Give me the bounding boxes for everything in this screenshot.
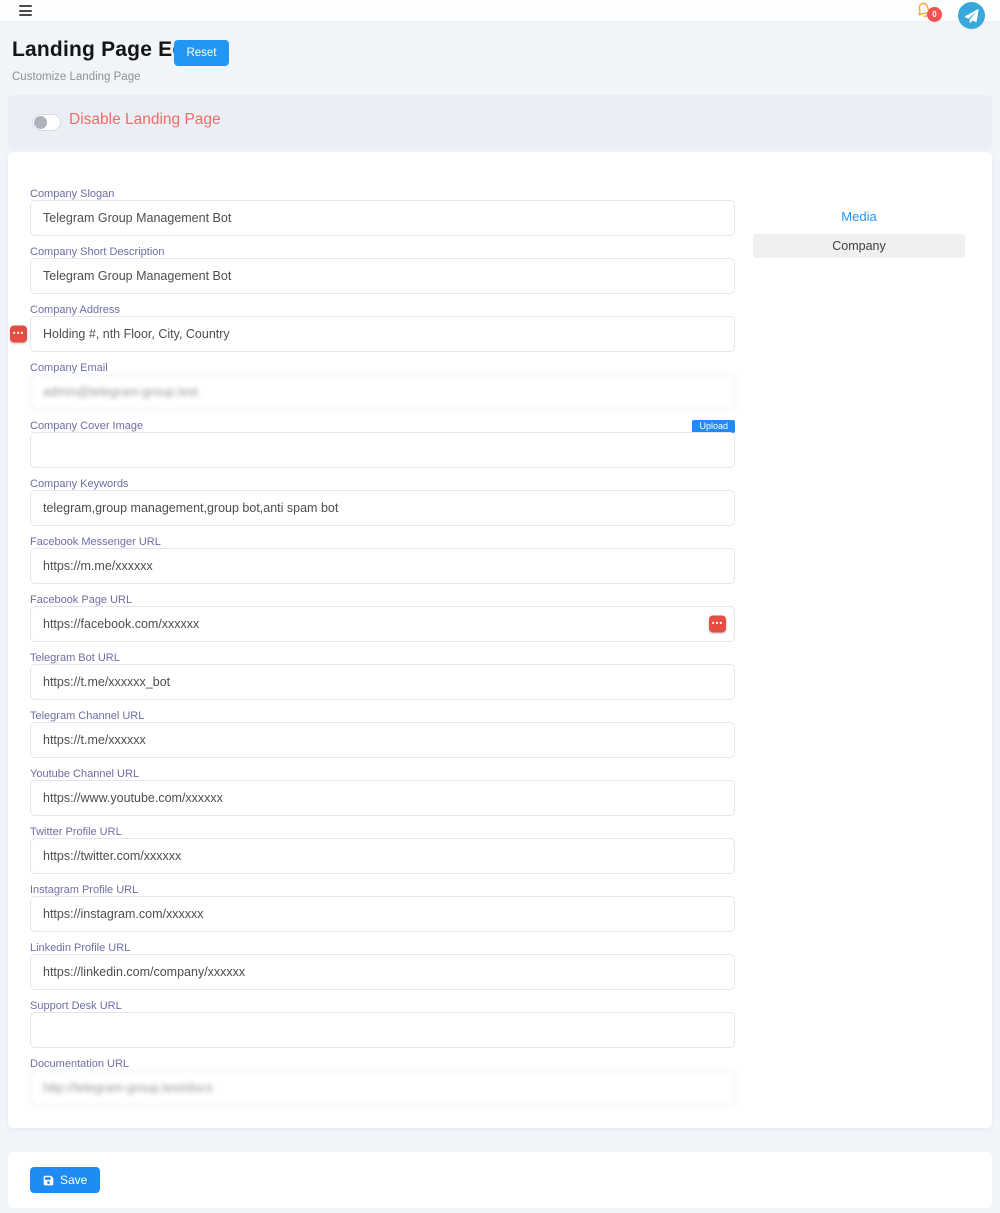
field-input-company-email[interactable] xyxy=(30,374,735,410)
form-group-youtube-channel-url: Youtube Channel URL xyxy=(30,769,735,816)
field-label-company-keywords: Company Keywords xyxy=(30,479,128,490)
telegram-plane-icon xyxy=(965,9,979,23)
field-label-company-address: Company Address xyxy=(30,305,120,316)
field-label-telegram-bot-url: Telegram Bot URL xyxy=(30,653,120,664)
disable-landing-page-toggle[interactable] xyxy=(32,114,61,131)
landing-page-form-card: Company Slogan Company Short Description C… xyxy=(8,152,992,1128)
form-group-company-slogan: Company Slogan xyxy=(30,189,735,236)
menu-icon[interactable] xyxy=(19,4,32,17)
save-button[interactable]: Save xyxy=(30,1167,100,1193)
field-input-company-keywords[interactable] xyxy=(30,490,735,526)
form-group-company-address: Company Address••• xyxy=(30,305,735,352)
field-input-telegram-bot-url[interactable] xyxy=(30,664,735,700)
field-input-facebook-page-url[interactable] xyxy=(30,606,735,642)
telegram-avatar-button[interactable] xyxy=(958,2,985,29)
toggle-knob-icon xyxy=(34,116,47,129)
form-group-twitter-profile-url: Twitter Profile URL xyxy=(30,827,735,874)
footer-bar: Save xyxy=(8,1152,992,1208)
field-input-support-desk-url[interactable] xyxy=(30,1012,735,1048)
field-label-twitter-profile-url: Twitter Profile URL xyxy=(30,827,122,838)
save-floppy-icon xyxy=(43,1175,54,1186)
field-input-facebook-messenger-url[interactable] xyxy=(30,548,735,584)
field-input-documentation-url[interactable] xyxy=(30,1070,735,1106)
field-input-linkedin-profile-url[interactable] xyxy=(30,954,735,990)
form-group-facebook-page-url: Facebook Page URL ••• xyxy=(30,595,735,642)
field-label-company-cover-image: Company Cover Image xyxy=(30,421,143,432)
form-fields: Company Slogan Company Short Description C… xyxy=(30,189,735,1117)
field-input-company-short-description[interactable] xyxy=(30,258,735,294)
disable-landing-page-panel: Disable Landing Page xyxy=(8,95,992,150)
field-input-company-cover-image[interactable] xyxy=(30,432,735,468)
field-label-company-email: Company Email xyxy=(30,363,108,374)
field-input-company-slogan[interactable] xyxy=(30,200,735,236)
topbar: 0 xyxy=(0,0,1000,22)
field-label-support-desk-url: Support Desk URL xyxy=(30,1001,122,1012)
page-subtitle: Customize Landing Page xyxy=(12,71,141,83)
save-button-label: Save xyxy=(60,1173,87,1187)
extension-ellipsis-icon[interactable]: ••• xyxy=(10,326,27,343)
field-label-documentation-url: Documentation URL xyxy=(30,1059,129,1070)
field-label-facebook-page-url: Facebook Page URL xyxy=(30,595,132,606)
form-group-instagram-profile-url: Instagram Profile URL xyxy=(30,885,735,932)
field-label-company-short-description: Company Short Description xyxy=(30,247,165,258)
form-group-telegram-channel-url: Telegram Channel URL xyxy=(30,711,735,758)
field-label-telegram-channel-url: Telegram Channel URL xyxy=(30,711,144,722)
reset-button[interactable]: Reset xyxy=(174,40,229,66)
field-input-youtube-channel-url[interactable] xyxy=(30,780,735,816)
form-group-telegram-bot-url: Telegram Bot URL xyxy=(30,653,735,700)
media-link[interactable]: Media xyxy=(841,209,876,224)
form-group-company-short-description: Company Short Description xyxy=(30,247,735,294)
form-group-linkedin-profile-url: Linkedin Profile URL xyxy=(30,943,735,990)
field-label-linkedin-profile-url: Linkedin Profile URL xyxy=(30,943,130,954)
field-input-twitter-profile-url[interactable] xyxy=(30,838,735,874)
field-input-company-address[interactable] xyxy=(30,316,735,352)
side-item-company[interactable]: Company xyxy=(753,234,965,258)
notification-badge: 0 xyxy=(927,7,942,22)
form-group-company-email: Company Email xyxy=(30,363,735,410)
form-group-documentation-url: Documentation URL xyxy=(30,1059,735,1106)
field-label-instagram-profile-url: Instagram Profile URL xyxy=(30,885,138,896)
field-label-youtube-channel-url: Youtube Channel URL xyxy=(30,769,139,780)
form-group-company-keywords: Company Keywords xyxy=(30,479,735,526)
extension-ellipsis-icon[interactable]: ••• xyxy=(709,616,726,633)
form-group-facebook-messenger-url: Facebook Messenger URL xyxy=(30,537,735,584)
field-label-company-slogan: Company Slogan xyxy=(30,189,114,200)
field-label-facebook-messenger-url: Facebook Messenger URL xyxy=(30,537,161,548)
field-input-telegram-channel-url[interactable] xyxy=(30,722,735,758)
disable-landing-page-label: Disable Landing Page xyxy=(69,111,221,129)
form-group-support-desk-url: Support Desk URL xyxy=(30,1001,735,1048)
field-input-instagram-profile-url[interactable] xyxy=(30,896,735,932)
side-panel: Media Company xyxy=(753,208,965,258)
form-group-company-cover-image: Company Cover ImageUpload xyxy=(30,421,735,468)
